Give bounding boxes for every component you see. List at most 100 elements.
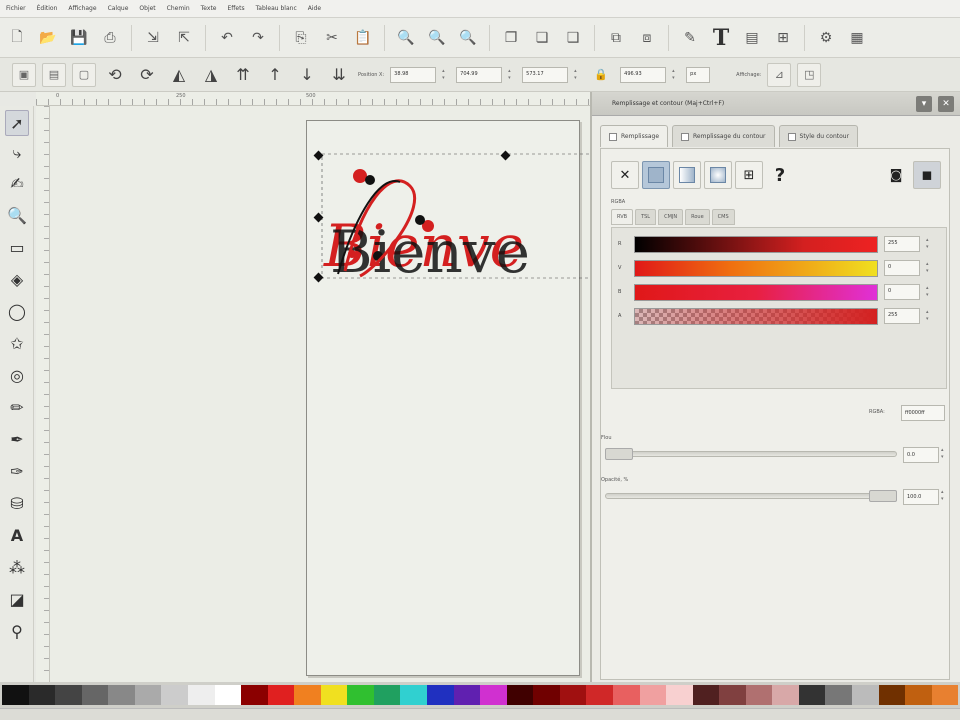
green-spinner[interactable]: ▴ ▾ <box>926 261 929 275</box>
dialog-titlebar[interactable]: Remplissage et contour (Maj+Ctrl+F) <box>592 92 960 116</box>
palette-swatch[interactable] <box>745 685 773 705</box>
fill-rule-nonzero-icon[interactable]: ◼ <box>913 161 941 189</box>
ungroup-icon[interactable]: ⧈ <box>634 25 660 51</box>
new-document-icon[interactable]: 🗋 <box>4 25 30 51</box>
radial-gradient-icon[interactable] <box>704 161 732 189</box>
palette-swatch[interactable] <box>453 685 481 705</box>
palette-swatch[interactable] <box>480 685 507 705</box>
select-all-layers-icon[interactable]: ▤ <box>42 62 66 87</box>
spray-tool-icon[interactable]: ⁂ <box>5 554 29 580</box>
flip-horizontal-icon[interactable]: ◭ <box>166 62 192 88</box>
palette-swatch[interactable] <box>108 685 135 705</box>
palette-swatch[interactable] <box>666 685 693 705</box>
palette-swatch[interactable] <box>719 685 746 705</box>
opacity-spinner[interactable]: ▴ ▾ <box>941 489 944 503</box>
alpha-slider[interactable] <box>634 307 878 325</box>
undo-icon[interactable]: ↶ <box>214 25 240 51</box>
print-icon[interactable]: ⎙ <box>97 25 123 51</box>
red-spinner[interactable]: ▴ ▾ <box>926 237 929 251</box>
palette-swatch[interactable] <box>586 685 613 705</box>
gradient-tool-icon[interactable]: ◪ <box>5 586 29 612</box>
selector-tool-icon[interactable]: ➚ <box>5 110 29 136</box>
height-field[interactable]: 496.93 <box>620 66 667 83</box>
green-slider[interactable] <box>634 259 878 277</box>
palette-swatch[interactable] <box>612 685 640 705</box>
lower-icon[interactable]: ↓ <box>294 62 320 88</box>
palette-swatch[interactable] <box>931 685 959 705</box>
zoom-page-icon[interactable]: 🔍 <box>455 25 481 51</box>
blur-slider-track[interactable] <box>605 451 897 457</box>
box3d-tool-icon[interactable]: ◈ <box>5 266 29 292</box>
opacity-slider-track[interactable] <box>605 493 897 499</box>
palette-swatch[interactable] <box>55 685 82 705</box>
spiral-tool-icon[interactable]: ◎ <box>5 362 29 388</box>
xml-editor-icon[interactable]: ▤ <box>739 25 765 51</box>
width-spinner[interactable]: ▴ ▾ <box>574 67 582 83</box>
linear-gradient-icon[interactable] <box>673 161 701 189</box>
dialog-close-icon[interactable]: ✕ <box>938 96 954 112</box>
export-icon[interactable]: ⇱ <box>171 25 197 51</box>
tab-cmyk[interactable]: CMJN <box>658 209 684 225</box>
palette-swatch[interactable] <box>161 685 188 705</box>
palette-swatch[interactable] <box>320 685 348 705</box>
zoom-drawing-icon[interactable]: 🔍 <box>424 25 450 51</box>
no-paint-icon[interactable]: ✕ <box>611 161 639 189</box>
flip-vertical-icon[interactable]: ◮ <box>198 62 224 88</box>
palette-swatch[interactable] <box>81 685 109 705</box>
zoom-tool-icon[interactable]: 🔍 <box>5 202 29 228</box>
tweak-tool-icon[interactable]: ✍ <box>5 170 29 196</box>
redo-icon[interactable]: ↷ <box>245 25 271 51</box>
palette-swatch[interactable] <box>692 685 720 705</box>
pen-tool-icon[interactable]: ✒ <box>5 426 29 452</box>
cut-icon[interactable]: ✂ <box>319 25 345 51</box>
fill-stroke-icon[interactable]: ✎ <box>677 25 703 51</box>
menu-whiteboard[interactable]: Tableau blanc <box>256 5 297 12</box>
palette-swatch[interactable] <box>400 685 427 705</box>
menu-path[interactable]: Chemin <box>167 5 190 12</box>
palette-swatch[interactable] <box>798 685 826 705</box>
menu-layer[interactable]: Calque <box>108 5 129 12</box>
node-tool-icon[interactable]: ⤷ <box>5 140 29 166</box>
menu-object[interactable]: Objet <box>139 5 155 12</box>
tab-stroke-paint[interactable]: Remplissage du contour <box>672 125 775 147</box>
palette-swatch[interactable] <box>187 685 215 705</box>
save-icon[interactable]: 💾 <box>66 25 92 51</box>
opacity-value-field[interactable]: 100.0 <box>903 489 939 505</box>
scale-corners-icon[interactable]: ◳ <box>797 62 822 87</box>
rotate-cw-icon[interactable]: ⟳ <box>134 62 160 88</box>
ellipse-tool-icon[interactable]: ◯ <box>5 298 29 324</box>
tab-fill[interactable]: Remplissage <box>600 125 669 147</box>
red-value-field[interactable]: 255 <box>884 236 920 252</box>
palette-swatch[interactable] <box>28 685 56 705</box>
pencil-tool-icon[interactable]: ✏ <box>5 394 29 420</box>
tab-cms[interactable]: CMS <box>711 209 735 225</box>
unlink-clone-icon[interactable]: ❑ <box>560 25 586 51</box>
rotate-ccw-icon[interactable]: ⟲ <box>102 62 128 88</box>
rgba-field[interactable]: ff0000ff <box>901 405 945 421</box>
opacity-slider-thumb[interactable] <box>869 490 897 502</box>
menu-edit[interactable]: Édition <box>37 5 58 12</box>
menu-effects[interactable]: Effets <box>227 5 244 12</box>
deselect-icon[interactable]: ▢ <box>72 62 96 87</box>
duplicate-icon[interactable]: ❐ <box>498 25 524 51</box>
width-field[interactable]: 573.17 <box>522 66 569 83</box>
group-icon[interactable]: ⧉ <box>603 25 629 51</box>
palette-swatch[interactable] <box>267 685 295 705</box>
drawing-canvas[interactable]: Bienve Bienve <box>50 106 590 682</box>
preferences-icon[interactable]: ⚙ <box>813 25 839 51</box>
copy-icon[interactable]: ⎘ <box>288 25 314 51</box>
palette-swatch[interactable] <box>825 685 852 705</box>
palette-swatch[interactable] <box>134 685 162 705</box>
paste-icon[interactable]: 📋 <box>350 25 376 51</box>
lower-bottom-icon[interactable]: ⇊ <box>326 62 352 88</box>
palette-swatch[interactable] <box>241 685 268 705</box>
text-font-icon[interactable]: T <box>708 25 734 51</box>
palette-swatch[interactable] <box>878 685 906 705</box>
zoom-selection-icon[interactable]: 🔍 <box>393 25 419 51</box>
alpha-spinner[interactable]: ▴ ▾ <box>926 309 929 323</box>
clone-icon[interactable]: ❏ <box>529 25 555 51</box>
blue-value-field[interactable]: 0 <box>884 284 920 300</box>
calligraphy-tool-icon[interactable]: ✑ <box>5 458 29 484</box>
height-spinner[interactable]: ▴ ▾ <box>672 67 680 83</box>
menu-help[interactable]: Aide <box>308 5 321 12</box>
